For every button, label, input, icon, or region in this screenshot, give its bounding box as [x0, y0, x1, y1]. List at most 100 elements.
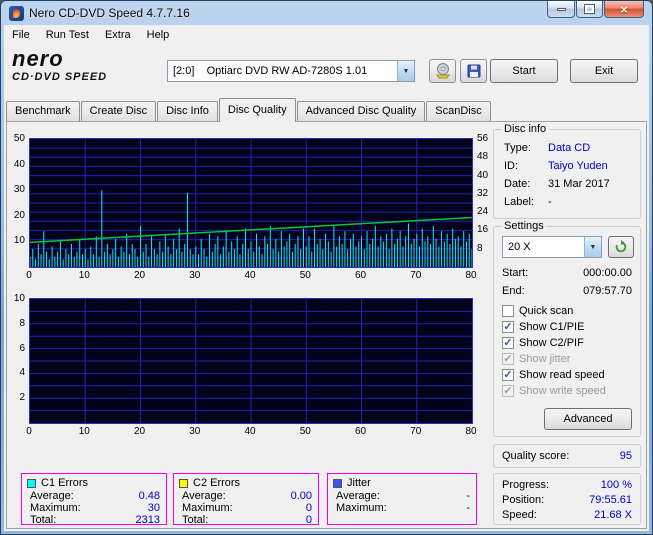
checkbox-label: Show C1/PIE: [519, 321, 584, 333]
axis-tick: 60: [355, 427, 366, 437]
drive-select-combo[interactable]: [2:0] Optiarc DVD RW AD-7280S 1.01 ▼: [167, 60, 415, 82]
axis-tick: 6: [19, 344, 25, 354]
axis-tick: 24: [477, 207, 488, 217]
tab-disc-quality[interactable]: Disc Quality: [219, 98, 296, 122]
c1-chart-x-ticks: 01020304050607080: [29, 271, 473, 283]
close-button[interactable]: ×: [604, 1, 644, 18]
checkbox-show-c1-pie[interactable]: ✓ Show C1/PIE: [502, 319, 636, 335]
titlebar: Nero CD-DVD Speed 4.7.7.16 ×: [1, 1, 652, 25]
c2-color-swatch: [179, 479, 188, 488]
minimize-icon: [557, 8, 566, 11]
axis-tick: 70: [410, 427, 421, 437]
jitter-maximum-label: Maximum:: [336, 502, 387, 514]
c1-chart-right-ticks: 8162432404856: [475, 138, 493, 268]
c1-total-value: 2313: [136, 514, 160, 526]
axis-tick: 0: [26, 427, 32, 437]
quality-score-box: Quality score: 95: [493, 444, 641, 468]
disc-date-label: Date:: [504, 178, 530, 190]
c1-errors-title: C1 Errors: [41, 477, 88, 489]
cddvd-speed-logo-text: CD·DVD SPEED: [12, 71, 162, 83]
exit-button[interactable]: Exit: [570, 59, 638, 83]
maximize-button[interactable]: [576, 1, 603, 18]
axis-tick: 10: [79, 271, 90, 281]
c1-maximum-value: 30: [148, 502, 160, 514]
advanced-button[interactable]: Advanced: [544, 408, 632, 430]
c2-errors-panel: C2 Errors Average:0.00 Maximum:0 Total:0: [173, 473, 319, 525]
checkbox-show-read-speed[interactable]: ✓ Show read speed: [502, 367, 636, 383]
c2-errors-title: C2 Errors: [193, 477, 240, 489]
checkbox-box[interactable]: ✓: [502, 321, 514, 333]
checkbox-show-jitter: ✓Show jitter: [502, 351, 636, 367]
save-results-button[interactable]: [460, 59, 487, 83]
c1-total-label: Total:: [30, 514, 56, 526]
drive-select-value: [2:0] Optiarc DVD RW AD-7280S 1.01: [173, 65, 367, 77]
disc-quality-tab-page: 1020304050 8162432404856 010203040506070…: [6, 121, 647, 529]
menubar: File Run Test Extra Help: [4, 25, 649, 45]
nero-logo-text: nero: [12, 47, 162, 71]
disc-type-label: Type:: [504, 142, 531, 154]
axis-tick: 70: [410, 271, 421, 281]
disc-label-value: -: [548, 196, 552, 208]
start-button[interactable]: Start: [490, 59, 558, 83]
checkbox-box[interactable]: ✓: [502, 337, 514, 349]
c1-color-swatch: [27, 479, 36, 488]
speed-value: 21.68 X: [594, 509, 632, 521]
tabstrip: Benchmark Create Disc Disc Info Disc Qua…: [6, 97, 647, 121]
tab-create-disc[interactable]: Create Disc: [81, 101, 156, 121]
checkbox-label: Show read speed: [519, 369, 605, 381]
quality-score-label: Quality score:: [502, 450, 569, 462]
axis-tick: 10: [79, 427, 90, 437]
jitter-average-value: -: [466, 490, 470, 502]
progress-box: Progress: 100 % Position: 79:55.61 Speed…: [493, 473, 641, 525]
nero-app-icon: [9, 6, 24, 21]
c1-chart-left-ticks: 1020304050: [7, 138, 27, 268]
axis-tick: 56: [477, 134, 488, 144]
tab-scandisc[interactable]: ScanDisc: [426, 101, 490, 121]
minimize-button[interactable]: [547, 1, 575, 18]
c2-chart-x-ticks: 01020304050607080: [29, 427, 473, 439]
settings-title: Settings: [501, 220, 547, 232]
nero-logo: nero CD·DVD SPEED: [12, 47, 162, 83]
menu-extra[interactable]: Extra: [97, 26, 139, 44]
checkbox-box[interactable]: ✓: [502, 369, 514, 381]
menu-run-test[interactable]: Run Test: [38, 26, 97, 44]
eject-disc-button[interactable]: [429, 59, 456, 83]
axis-tick: 80: [465, 271, 476, 281]
c2-maximum-label: Maximum:: [182, 502, 233, 514]
axis-tick: 50: [300, 427, 311, 437]
refresh-speeds-button[interactable]: [608, 236, 634, 258]
progress-label: Progress:: [502, 479, 549, 491]
jitter-color-swatch: [333, 479, 342, 488]
chevron-down-icon[interactable]: ▼: [584, 237, 601, 257]
menu-help[interactable]: Help: [139, 26, 178, 44]
checkbox-label: Show write speed: [519, 385, 606, 397]
chevron-down-icon[interactable]: ▼: [397, 61, 414, 81]
jitter-average-label: Average:: [336, 490, 380, 502]
save-icon: [466, 63, 482, 79]
checkbox-quick-scan[interactable]: Quick scan: [502, 303, 636, 319]
axis-tick: 2: [19, 393, 25, 403]
close-icon: ×: [620, 3, 628, 16]
axis-tick: 50: [300, 271, 311, 281]
axis-tick: 10: [14, 294, 25, 304]
tab-benchmark[interactable]: Benchmark: [6, 101, 80, 121]
speed-label: Speed:: [502, 509, 537, 521]
tab-disc-info[interactable]: Disc Info: [157, 101, 218, 121]
checkbox-label: Show C2/PIF: [519, 337, 584, 349]
checkbox-show-c2-pif[interactable]: ✓ Show C2/PIF: [502, 335, 636, 351]
settings-groupbox: Settings 20 X ▼ Start: 000:00.00 End:: [493, 226, 641, 437]
jitter-title: Jitter: [347, 477, 371, 489]
tab-advanced-disc-quality[interactable]: Advanced Disc Quality: [297, 101, 426, 121]
scan-speed-combo[interactable]: 20 X ▼: [502, 236, 602, 258]
refresh-icon: [614, 240, 628, 254]
c2-average-label: Average:: [182, 490, 226, 502]
scan-end-value: 079:57.70: [583, 285, 632, 297]
axis-tick: 16: [477, 225, 488, 235]
axis-tick: 20: [14, 211, 25, 221]
checkbox-box[interactable]: [502, 305, 514, 317]
c1-maximum-label: Maximum:: [30, 502, 81, 514]
menu-file[interactable]: File: [4, 26, 38, 44]
axis-tick: 32: [477, 189, 488, 199]
scan-start-label: Start:: [502, 267, 528, 279]
c2-average-value: 0.00: [291, 490, 312, 502]
